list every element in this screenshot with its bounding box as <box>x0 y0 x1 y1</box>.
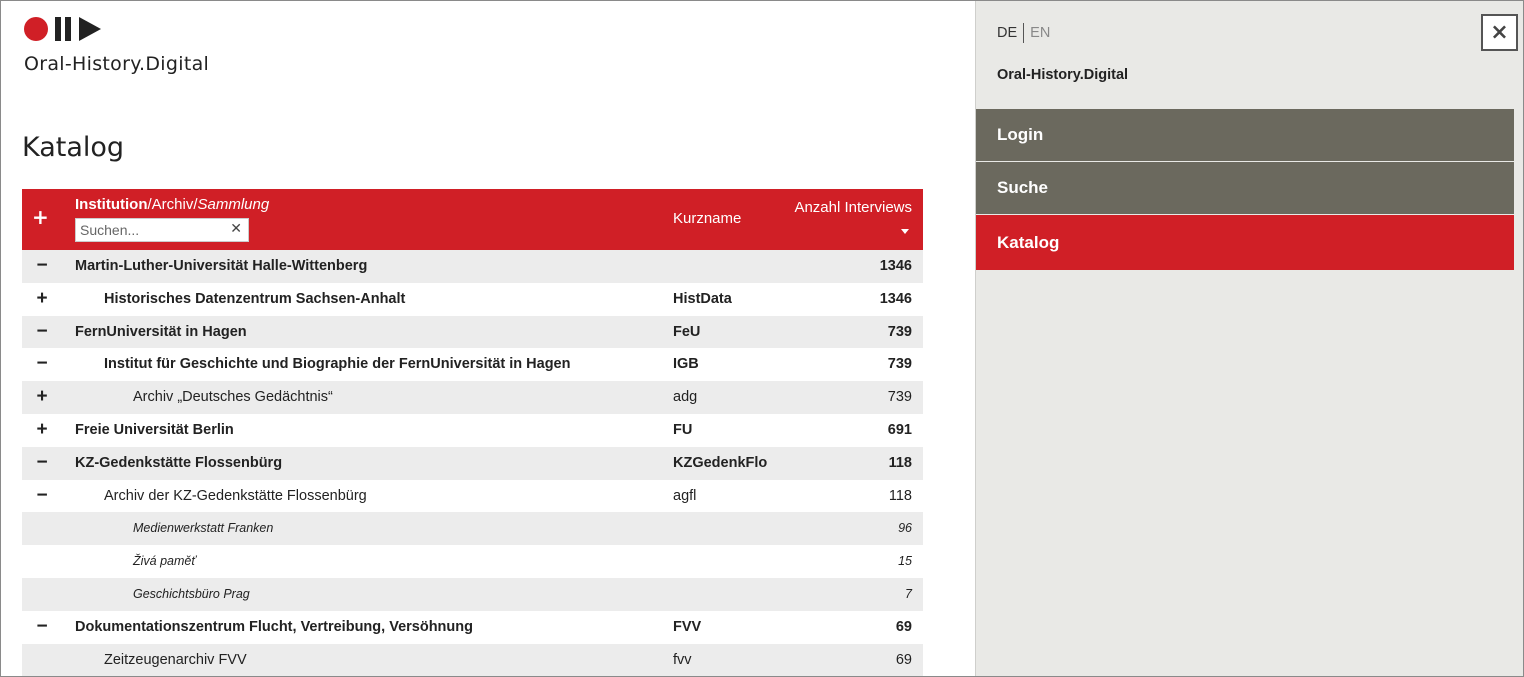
header-institution-label: Institution <box>75 196 148 213</box>
collapse-toggle-icon[interactable]: − <box>35 616 49 637</box>
column-header-anzahl[interactable]: Anzahl Interviews <box>794 199 912 216</box>
row-count: 1346 <box>879 258 912 274</box>
table-row[interactable]: − Institut für Geschichte und Biographie… <box>22 348 923 382</box>
table-row[interactable]: − Dokumentationszentrum Flucht, Vertreib… <box>22 610 923 644</box>
logo[interactable]: Oral-History.Digital <box>24 14 209 75</box>
clear-search-icon[interactable]: ✕ <box>230 221 242 237</box>
table-row[interactable]: Geschichtsbüro Prag 7 <box>22 577 923 611</box>
table-row[interactable]: − KZ-Gedenkstätte Flossenbürg KZGedenkFl… <box>22 446 923 480</box>
record-icon <box>24 17 48 41</box>
nav-item-katalog[interactable]: Katalog <box>976 215 1514 270</box>
row-count: 15 <box>898 554 912 569</box>
header-sammlung-label: Sammlung <box>197 196 270 213</box>
collapse-toggle-icon[interactable]: − <box>35 354 49 374</box>
row-kurzname: adg <box>673 389 698 406</box>
row-count: 739 <box>887 389 912 406</box>
row-name: Archiv „Deutsches Gedächtnis“ <box>133 389 333 406</box>
row-name: FernUniversität in Hagen <box>75 323 247 340</box>
row-kurzname: HistData <box>673 290 732 307</box>
row-name: Živá paměť <box>133 554 196 569</box>
row-count: 739 <box>887 323 912 340</box>
close-sidebar-button[interactable]: × <box>1481 14 1518 51</box>
lang-de-link[interactable]: DE <box>997 25 1017 41</box>
row-name: KZ-Gedenkstätte Flossenbürg <box>75 454 283 471</box>
row-kurzname: FU <box>673 421 693 438</box>
lang-en-link[interactable]: EN <box>1030 25 1050 41</box>
row-name: Dokumentationszentrum Flucht, Vertreibun… <box>75 618 473 635</box>
collapse-toggle-icon[interactable]: − <box>35 485 49 506</box>
row-count: 691 <box>887 421 912 438</box>
play-icon <box>79 17 101 41</box>
column-header-institution: Institution/Archiv/Sammlung <box>75 196 269 213</box>
lang-divider <box>1023 23 1025 43</box>
logo-text: Oral-History.Digital <box>24 53 210 75</box>
table-row[interactable]: − Martin-Luther-Universität Halle-Witten… <box>22 250 923 283</box>
collapse-toggle-icon[interactable]: − <box>35 321 49 342</box>
table-row[interactable]: Medienwerkstatt Franken 96 <box>22 512 923 546</box>
row-name: Institut für Geschichte und Biographie d… <box>104 356 571 373</box>
catalog-table: + Institution/Archiv/Sammlung ✕ Kurzname… <box>22 189 923 677</box>
row-count: 1346 <box>879 290 912 307</box>
table-row[interactable]: Živá paměť 15 <box>22 545 923 578</box>
page-title: Katalog <box>22 132 125 163</box>
language-switcher: DE EN <box>997 23 1050 43</box>
row-name: Archiv der KZ-Gedenkstätte Flossenbürg <box>104 487 367 504</box>
table-row[interactable]: Zeitzeugenarchiv FVV fvv 69 <box>22 643 923 677</box>
row-kurzname: KZGedenkFlo <box>673 454 768 471</box>
close-icon: × <box>1490 20 1509 45</box>
row-name: Historisches Datenzentrum Sachsen-Anhalt <box>104 290 406 307</box>
search-box: ✕ <box>75 218 249 242</box>
expand-toggle-icon[interactable]: + <box>35 387 49 407</box>
row-name: Medienwerkstatt Franken <box>133 521 274 536</box>
catalog-rows: − Martin-Luther-Universität Halle-Witten… <box>22 250 923 677</box>
search-input[interactable] <box>76 219 226 241</box>
pause-icon <box>55 17 71 41</box>
row-count: 69 <box>895 618 912 635</box>
row-kurzname: agfl <box>673 487 697 504</box>
sidebar-nav: Login Suche Katalog <box>976 109 1514 270</box>
row-count: 96 <box>898 521 912 536</box>
row-count: 118 <box>888 454 912 471</box>
row-count: 118 <box>888 487 912 504</box>
collapse-toggle-icon[interactable]: − <box>35 256 49 276</box>
row-kurzname: fvv <box>673 651 692 668</box>
row-count: 7 <box>905 586 912 601</box>
column-header-kurzname[interactable]: Kurzname <box>673 210 741 227</box>
row-kurzname: FeU <box>673 323 701 340</box>
nav-item-login[interactable]: Login <box>976 109 1514 162</box>
sidebar: DE EN × Oral-History.Digital Login Suche… <box>975 0 1524 677</box>
catalog-header: + Institution/Archiv/Sammlung ✕ Kurzname… <box>22 189 923 250</box>
row-count: 69 <box>895 651 912 668</box>
row-count: 739 <box>887 356 912 373</box>
table-row[interactable]: − FernUniversität in Hagen FeU 739 <box>22 315 923 349</box>
row-kurzname: FVV <box>673 618 702 635</box>
expand-all-button[interactable]: + <box>32 205 49 229</box>
sidebar-title: Oral-History.Digital <box>997 67 1129 83</box>
nav-item-suche[interactable]: Suche <box>976 162 1514 215</box>
table-row[interactable]: + Freie Universität Berlin FU 691 <box>22 413 923 447</box>
expand-toggle-icon[interactable]: + <box>35 288 49 309</box>
row-name: Freie Universität Berlin <box>75 421 234 438</box>
expand-toggle-icon[interactable]: + <box>35 419 49 440</box>
collapse-toggle-icon[interactable]: − <box>35 452 49 473</box>
row-kurzname: IGB <box>673 356 699 373</box>
logo-icons <box>24 14 209 44</box>
table-row[interactable]: + Archiv „Deutsches Gedächtnis“ adg 739 <box>22 381 923 414</box>
row-name: Zeitzeugenarchiv FVV <box>104 651 247 668</box>
table-row[interactable]: − Archiv der KZ-Gedenkstätte Flossenbürg… <box>22 479 923 513</box>
row-name: Geschichtsbüro Prag <box>133 586 250 601</box>
header-archiv-label: Archiv <box>151 196 194 213</box>
sort-desc-icon[interactable] <box>901 229 909 234</box>
table-row[interactable]: + Historisches Datenzentrum Sachsen-Anha… <box>22 282 923 316</box>
main-content: Oral-History.Digital Katalog + Instituti… <box>0 0 975 677</box>
row-name: Martin-Luther-Universität Halle-Wittenbe… <box>75 258 368 274</box>
